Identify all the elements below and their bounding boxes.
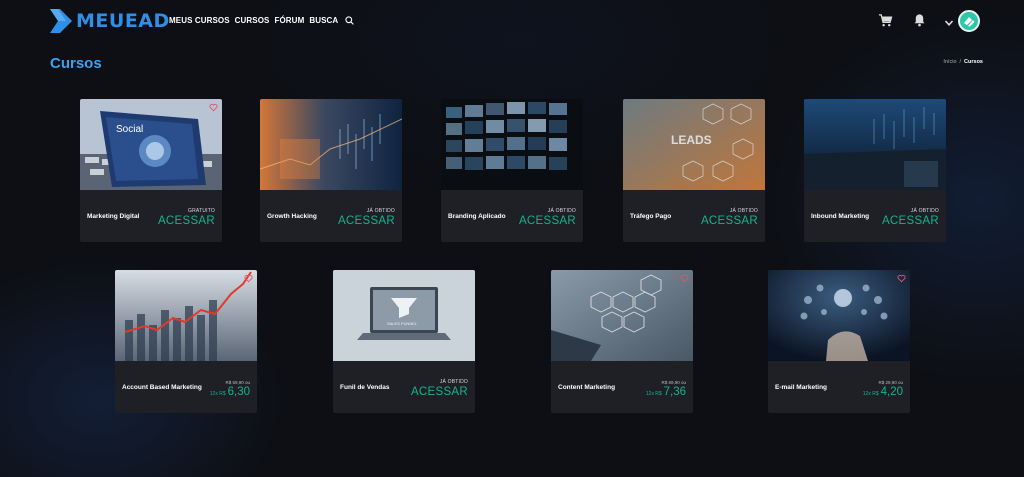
course-thumbnail xyxy=(804,99,946,190)
heart-icon[interactable] xyxy=(897,274,906,283)
course-price: R$ 59,90 ou xyxy=(225,380,250,385)
course-card-email-marketing[interactable]: E-mail Marketing R$ 29,90 ou 12x R$ 4,20 xyxy=(768,270,910,413)
cart-icon[interactable] xyxy=(878,13,893,28)
course-installment[interactable]: 12x R$ 7,36 xyxy=(646,386,686,398)
heart-icon[interactable] xyxy=(680,274,689,283)
installment-prefix: 12x R$ xyxy=(862,391,879,397)
svg-text:Social: Social xyxy=(116,124,143,135)
course-title: Content Marketing xyxy=(558,384,616,391)
course-installment[interactable]: 12x R$ 6,30 xyxy=(210,386,250,398)
installment-value: 4,20 xyxy=(880,386,903,398)
access-button[interactable]: ACESSAR xyxy=(519,215,576,227)
course-card-inbound-marketing[interactable]: Inbound Marketing JÁ OBTIDO ACESSAR xyxy=(804,99,946,242)
course-card-branding-aplicado[interactable]: Branding Aplicado JÁ OBTIDO ACESSAR xyxy=(441,99,583,242)
course-status: JÁ OBTIDO xyxy=(910,208,939,214)
access-button[interactable]: ACESSAR xyxy=(882,215,939,227)
course-status: JÁ OBTIDO xyxy=(366,208,395,214)
course-card-account-based-marketing[interactable]: Account Based Marketing R$ 59,90 ou 12x … xyxy=(115,270,257,413)
course-thumbnail xyxy=(115,270,257,361)
course-installment[interactable]: 12x R$ 4,20 xyxy=(863,386,903,398)
course-title: Branding Aplicado xyxy=(448,213,506,220)
course-thumbnail xyxy=(441,99,583,190)
course-title: Account Based Marketing xyxy=(122,384,202,391)
brand-name: MEUEAD xyxy=(76,10,170,32)
course-status: GRATUITO xyxy=(188,208,215,214)
installment-value: 7,36 xyxy=(663,386,686,398)
main-nav: MEUS CURSOS CURSOS FÓRUM BUSCA xyxy=(169,16,355,25)
nav-busca[interactable]: BUSCA xyxy=(309,16,338,25)
course-title: E-mail Marketing xyxy=(775,384,828,391)
installment-value: 6,30 xyxy=(227,386,250,398)
logo-icon xyxy=(50,9,72,33)
course-price: R$ 29,90 ou xyxy=(878,380,903,385)
search-icon[interactable] xyxy=(345,16,355,25)
heart-icon[interactable] xyxy=(209,103,218,112)
course-title: Growth Hacking xyxy=(267,213,317,220)
course-thumbnail xyxy=(768,270,910,361)
course-card-growth-hacking[interactable]: Growth Hacking JÁ OBTIDO ACESSAR xyxy=(260,99,402,242)
course-title: Tráfego Pago xyxy=(630,213,672,220)
access-button[interactable]: ACESSAR xyxy=(338,215,395,227)
course-title: Inbound Marketing xyxy=(811,213,870,220)
access-button[interactable]: ACESSAR xyxy=(158,215,215,227)
heart-icon[interactable] xyxy=(244,274,253,283)
access-button[interactable]: ACESSAR xyxy=(411,386,468,398)
course-thumbnail: LEADS xyxy=(623,99,765,190)
breadcrumb-home[interactable]: Início xyxy=(943,59,956,65)
course-title: Marketing Digital xyxy=(87,213,140,220)
access-button[interactable]: ACESSAR xyxy=(701,215,758,227)
chevron-down-icon[interactable] xyxy=(944,18,954,28)
course-status: JÁ OBTIDO xyxy=(729,208,758,214)
course-thumbnail: Social xyxy=(80,99,222,190)
breadcrumb: Início / Cursos xyxy=(943,59,983,65)
course-status: JÁ OBTIDO xyxy=(439,379,468,385)
avatar-icon xyxy=(964,17,975,27)
course-title: Funil de Vendas xyxy=(340,384,390,391)
avatar[interactable] xyxy=(958,10,980,32)
course-card-marketing-digital[interactable]: Social Marketing Digital GRATUITO ACESSA… xyxy=(80,99,222,242)
course-card-trafego-pago[interactable]: LEADS Tráfego Pago JÁ OBTIDO ACESSAR xyxy=(623,99,765,242)
nav-forum[interactable]: FÓRUM xyxy=(275,16,305,25)
brand-logo[interactable]: MEUEAD xyxy=(50,9,170,33)
course-card-funil-de-vendas[interactable]: SALES FUNNEL Funil de Vendas JÁ OBTIDO A… xyxy=(333,270,475,413)
top-header: MEUEAD MEUS CURSOS CURSOS FÓRUM BUSCA xyxy=(0,0,1024,44)
breadcrumb-current: Cursos xyxy=(964,59,983,65)
nav-cursos[interactable]: CURSOS xyxy=(235,16,270,25)
svg-text:LEADS: LEADS xyxy=(671,133,712,147)
bell-icon[interactable] xyxy=(913,13,926,27)
page-title: Cursos xyxy=(50,55,102,72)
course-thumbnail xyxy=(551,270,693,361)
nav-meus-cursos[interactable]: MEUS CURSOS xyxy=(169,16,230,25)
course-thumbnail: SALES FUNNEL xyxy=(333,270,475,361)
breadcrumb-separator: / xyxy=(959,59,962,65)
course-thumbnail xyxy=(260,99,402,190)
svg-text:SALES FUNNEL: SALES FUNNEL xyxy=(387,321,418,326)
installment-prefix: 12x R$ xyxy=(209,391,226,397)
installment-prefix: 12x R$ xyxy=(645,391,662,397)
course-price: R$ 69,90 ou xyxy=(661,380,686,385)
course-card-content-marketing[interactable]: Content Marketing R$ 69,90 ou 12x R$ 7,3… xyxy=(551,270,693,413)
course-status: JÁ OBTIDO xyxy=(547,208,576,214)
